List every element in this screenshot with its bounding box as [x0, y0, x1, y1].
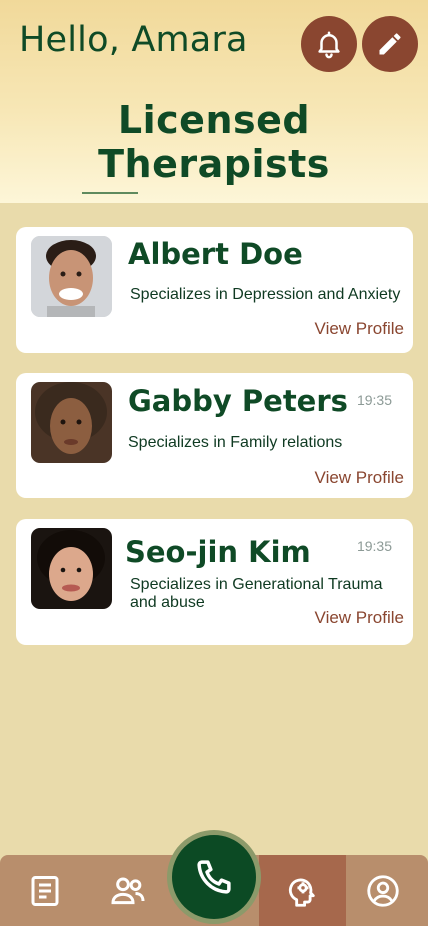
- therapist-photo: [31, 382, 112, 463]
- therapist-card[interactable]: Albert Doe Specializes in Depression and…: [16, 227, 413, 353]
- therapist-card[interactable]: Gabby Peters 19:35 Specializes in Family…: [16, 373, 413, 498]
- notes-icon: [31, 875, 59, 906]
- timestamp: 19:35: [356, 538, 392, 554]
- therapist-name: Gabby Peters: [128, 384, 348, 418]
- bell-icon: [318, 31, 340, 59]
- greeting: Hello, Amara: [19, 20, 248, 60]
- therapist-specialty: Specializes in Depression and Anxiety: [130, 286, 401, 303]
- notifications-button[interactable]: [301, 16, 357, 72]
- mind-icon: [288, 878, 315, 907]
- profile-icon: [367, 874, 399, 907]
- nav-profile[interactable]: [360, 855, 406, 926]
- nav-mind[interactable]: [259, 855, 346, 926]
- therapist-specialty: Specializes in Generational Trauma and a…: [130, 576, 383, 611]
- nav-notes[interactable]: [20, 855, 70, 926]
- pencil-icon: [379, 33, 401, 55]
- therapist-name: Albert Doe: [128, 237, 303, 271]
- therapist-card[interactable]: Seo-jin Kim 19:35 Specializes in Generat…: [16, 519, 413, 645]
- therapist-photo: [31, 528, 112, 609]
- therapist-specialty: Specializes in Family relations: [128, 434, 343, 451]
- title-underline: [82, 192, 138, 194]
- page-title: Licensed Therapists: [98, 98, 330, 186]
- view-profile-link[interactable]: View Profile: [315, 468, 404, 488]
- therapist-photo: [31, 236, 112, 317]
- edit-button[interactable]: [362, 16, 418, 72]
- nav-people[interactable]: [104, 855, 152, 926]
- people-icon: [111, 877, 145, 904]
- call-button[interactable]: [167, 830, 261, 924]
- view-profile-link[interactable]: View Profile: [315, 319, 404, 339]
- timestamp: 19:35: [356, 392, 392, 408]
- view-profile-link[interactable]: View Profile: [315, 608, 404, 628]
- phone-icon: [197, 860, 231, 894]
- therapist-name: Seo-jin Kim: [125, 535, 311, 569]
